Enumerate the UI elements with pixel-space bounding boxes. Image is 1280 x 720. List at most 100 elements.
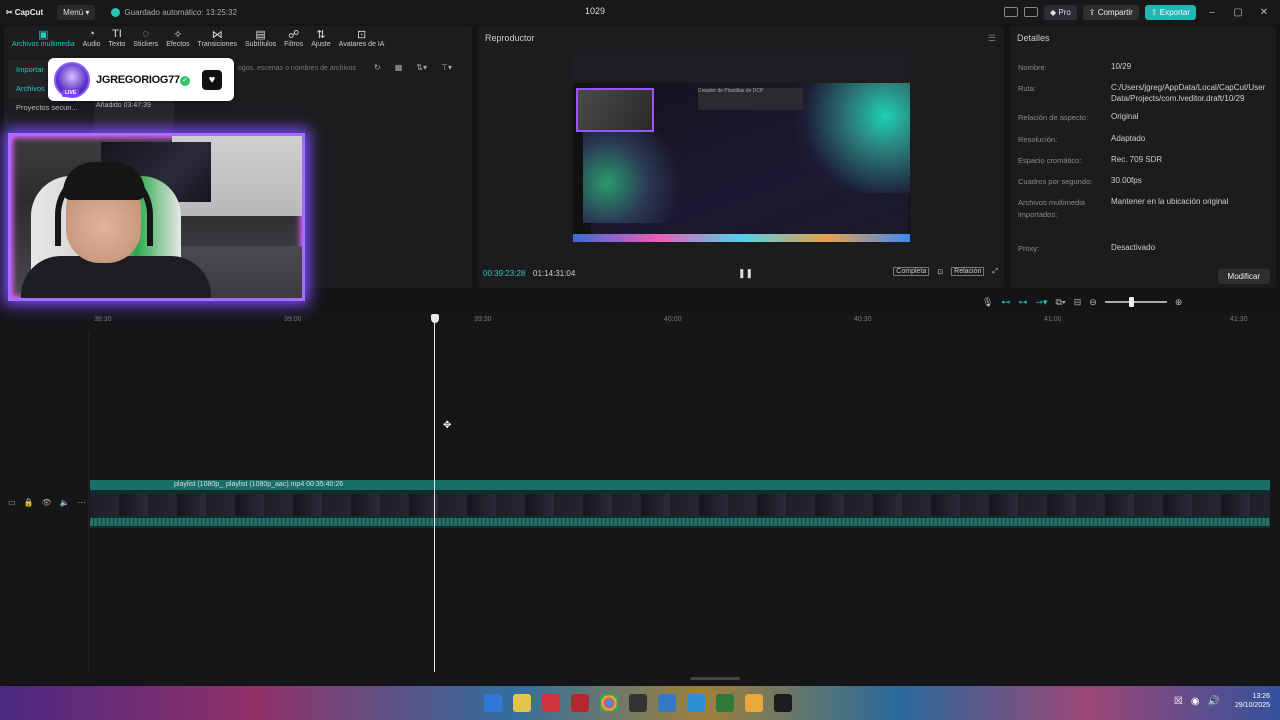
- preview-glow: [583, 123, 703, 223]
- tab-subtitles[interactable]: ▤ Subtítulos: [241, 28, 280, 48]
- lock-icon[interactable]: 🔒: [24, 498, 34, 507]
- obs-icon[interactable]: [629, 694, 647, 712]
- tab-adjust[interactable]: ⇅ Ajuste: [307, 28, 334, 48]
- close-icon[interactable]: ✕: [1254, 7, 1274, 18]
- zoom-in-icon[interactable]: ⊕: [1175, 297, 1183, 308]
- modify-button[interactable]: Modificar: [1217, 269, 1270, 284]
- audio-icon: ◔: [88, 28, 95, 40]
- player-menu-icon[interactable]: ☰: [988, 33, 996, 44]
- tab-media[interactable]: ▣ Archivos multimedia: [8, 28, 79, 48]
- tab-filters[interactable]: ☍ Filtros: [280, 28, 307, 48]
- video-preview[interactable]: Creador de Plantillas de DCP: [573, 53, 910, 242]
- caption-icon[interactable]: ⊟: [1074, 297, 1082, 308]
- full-quality-button[interactable]: Completa: [893, 267, 930, 276]
- windows-start-icon[interactable]: [484, 694, 502, 712]
- app-icon[interactable]: [513, 694, 531, 712]
- share-button[interactable]: ⇪ Compartir: [1082, 4, 1139, 20]
- tab-label: Stickers: [133, 41, 159, 48]
- tab-ai-avatars[interactable]: ⊡ Avatares de IA: [335, 28, 389, 48]
- chrome-icon[interactable]: [600, 694, 618, 712]
- fullscreen-icon[interactable]: ⤢: [992, 268, 998, 276]
- preview-form: Creador de Plantillas de DCP: [698, 88, 803, 110]
- pause-icon[interactable]: ❚❚: [738, 268, 753, 279]
- app-icon[interactable]: [687, 694, 705, 712]
- capcut-app: ✂ CapCut Menú ▾ Guardado automático: 13:2…: [0, 0, 1280, 720]
- menu-button[interactable]: Menú ▾: [57, 4, 96, 20]
- volume-icon[interactable]: 🔈: [60, 498, 70, 507]
- tab-label: Archivos multimedia: [12, 41, 75, 48]
- detail-label: Ruta:: [1018, 84, 1036, 93]
- tab-label: Ajuste: [311, 41, 331, 48]
- layout-icon[interactable]: [1003, 7, 1018, 17]
- track-cover-icon[interactable]: ▭: [8, 498, 16, 507]
- tab-text[interactable]: TI Texto: [105, 28, 130, 48]
- ratio-button[interactable]: Relación: [951, 267, 985, 276]
- menu-label: Menú: [63, 7, 84, 17]
- share-label: Compartir: [1097, 7, 1133, 17]
- tab-effects[interactable]: ✧ Efectos: [162, 28, 193, 48]
- maximize-icon[interactable]: ▢: [1228, 7, 1248, 18]
- eye-icon[interactable]: 👁: [42, 498, 52, 507]
- playhead-handle[interactable]: [431, 314, 439, 323]
- pro-button[interactable]: ◆ Pro: [1043, 4, 1077, 20]
- tab-label: Texto: [108, 41, 126, 48]
- detail-label: Archivos multimedia importados:: [1018, 198, 1086, 219]
- minimize-icon[interactable]: –: [1202, 7, 1222, 18]
- filter-icon[interactable]: ⊤▾: [441, 63, 452, 72]
- playhead[interactable]: [434, 316, 435, 672]
- app-icon[interactable]: [716, 694, 734, 712]
- app-icon[interactable]: [571, 694, 589, 712]
- link-icon[interactable]: ⊶: [1018, 297, 1027, 308]
- media-icon: ▣: [38, 29, 49, 41]
- tab-label: Audio: [82, 41, 101, 48]
- project-title: 1029: [585, 6, 606, 16]
- preview-webcam: [576, 88, 654, 132]
- horizontal-scrollbar[interactable]: [690, 677, 740, 680]
- tab-stickers[interactable]: ◌ Stickers: [129, 28, 162, 48]
- tray-app-icon[interactable]: ☒: [1174, 696, 1183, 707]
- zoom-slider[interactable]: [1104, 297, 1167, 307]
- live-badge: LIVE: [62, 89, 80, 97]
- search-input[interactable]: ogos, escenas o nombres de archivos: [234, 62, 374, 76]
- avatar-icon: ⊡: [356, 29, 367, 41]
- volume-icon[interactable]: 🔊: [1208, 696, 1220, 707]
- tab-audio[interactable]: ◔ Audio: [79, 28, 105, 48]
- detail-label: Espacio cromático:: [1018, 156, 1082, 165]
- wifi-icon[interactable]: ◉: [1191, 696, 1200, 707]
- tab-transitions[interactable]: ⋈ Transiciones: [194, 28, 241, 48]
- snapshot-icon[interactable]: ⊡: [937, 268, 943, 276]
- verified-icon: ✓: [180, 76, 190, 86]
- streamer-name: JGREGORIOG77: [96, 74, 180, 86]
- tab-label: Avatares de IA: [338, 41, 385, 48]
- zoom-out-icon[interactable]: ⊖: [1089, 297, 1097, 308]
- filters-icon: ☍: [288, 29, 300, 41]
- heart-icon: ♥: [202, 70, 222, 90]
- app-icon[interactable]: [658, 694, 676, 712]
- sort-icon[interactable]: ⇅▾: [416, 63, 427, 72]
- timeline-toolbar: 🎙 ⊷ ⊶ ⊸▾ ⧉▾ ⊟ ⊖ ⊕: [982, 293, 1182, 311]
- preview-axis-icon[interactable]: ⊸▾: [1035, 297, 1047, 308]
- detail-value: Adaptado: [1111, 134, 1146, 143]
- sticker-icon: ◌: [142, 28, 149, 40]
- timeline[interactable]: 38:30 39:00 39:30 40:00 40:30 41:00 41:3…: [0, 312, 1280, 684]
- time-ruler: 38:30 39:00 39:30 40:00 40:30 41:00 41:3…: [90, 316, 1280, 326]
- clip-frames: [90, 494, 1270, 516]
- capcut-icon[interactable]: [774, 694, 792, 712]
- app-icon[interactable]: [542, 694, 560, 712]
- export-button[interactable]: ⇧ Exportar: [1144, 4, 1196, 20]
- tray-clock[interactable]: 13:26 29/10/2025: [1235, 692, 1270, 710]
- clip-label: playlist (1080p_: [174, 481, 224, 488]
- total-time: 01:14:31:04: [533, 269, 576, 278]
- clip-waveform: [90, 518, 1270, 526]
- microphone-icon[interactable]: 🎙: [982, 297, 993, 308]
- folder-icon[interactable]: [745, 694, 763, 712]
- ruler-label: 41:00: [1044, 316, 1062, 323]
- zoom-handle[interactable]: [1128, 297, 1134, 307]
- more-icon[interactable]: ⋯: [78, 498, 86, 507]
- grid-icon[interactable]: ▦: [395, 63, 403, 72]
- refresh-icon[interactable]: ↻: [374, 63, 381, 72]
- shortcuts-icon[interactable]: [1023, 7, 1038, 17]
- magnet-icon[interactable]: ⊷: [1001, 297, 1010, 308]
- split-icon[interactable]: ⧉▾: [1056, 297, 1066, 308]
- capcut-logo: ✂ CapCut: [6, 8, 43, 17]
